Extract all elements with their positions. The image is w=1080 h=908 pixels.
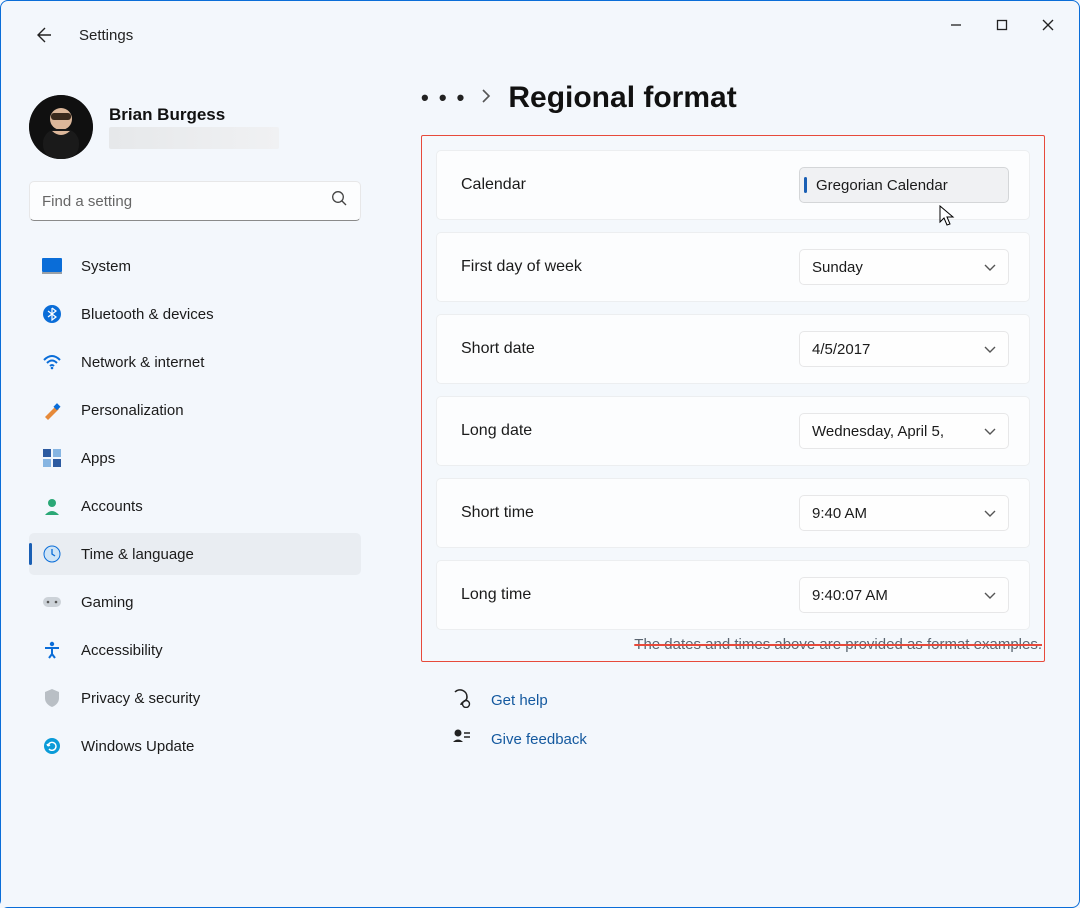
sidebar-item-label: Windows Update — [81, 738, 194, 755]
setting-short-date: Short date 4/5/2017 — [436, 314, 1030, 384]
sidebar-item-label: Bluetooth & devices — [81, 306, 214, 323]
update-icon — [41, 735, 63, 757]
short-date-dropdown[interactable]: 4/5/2017 — [799, 331, 1009, 367]
sidebar-item-bluetooth[interactable]: Bluetooth & devices — [29, 293, 361, 335]
sidebar-item-accessibility[interactable]: Accessibility — [29, 629, 361, 671]
user-name: Brian Burgess — [109, 105, 279, 125]
gaming-icon — [41, 591, 63, 613]
sidebar-item-privacy[interactable]: Privacy & security — [29, 677, 361, 719]
help-links: Get help Give feedback — [421, 688, 1045, 752]
maximize-button[interactable] — [979, 9, 1025, 41]
regional-format-panel: Calendar Gregorian Calendar First day of… — [421, 135, 1045, 662]
setting-long-date: Long date Wednesday, April 5, — [436, 396, 1030, 466]
search-icon — [331, 190, 348, 212]
sidebar-item-personalization[interactable]: Personalization — [29, 389, 361, 431]
dropdown-value: Gregorian Calendar — [816, 177, 948, 194]
accounts-icon — [41, 495, 63, 517]
setting-long-time: Long time 9:40:07 AM — [436, 560, 1030, 630]
search-input[interactable] — [42, 193, 331, 210]
sidebar-item-label: Accessibility — [81, 642, 163, 659]
chevron-down-icon — [984, 341, 996, 358]
feedback-icon — [451, 727, 473, 752]
give-feedback-link[interactable]: Give feedback — [491, 731, 587, 748]
chevron-right-icon — [480, 89, 492, 108]
help-icon — [451, 688, 473, 713]
avatar — [29, 95, 93, 159]
sidebar: Brian Burgess System Bluetooth & devices… — [1, 73, 381, 907]
sidebar-item-label: Personalization — [81, 402, 184, 419]
sidebar-item-system[interactable]: System — [29, 245, 361, 287]
long-time-dropdown[interactable]: 9:40:07 AM — [799, 577, 1009, 613]
short-time-dropdown[interactable]: 9:40 AM — [799, 495, 1009, 531]
sidebar-item-label: Privacy & security — [81, 690, 200, 707]
sidebar-item-apps[interactable]: Apps — [29, 437, 361, 479]
format-examples-note: The dates and times above are provided a… — [422, 636, 1044, 661]
calendar-dropdown[interactable]: Gregorian Calendar — [799, 167, 1009, 203]
wifi-icon — [41, 351, 63, 373]
sidebar-item-label: System — [81, 258, 131, 275]
sidebar-item-label: Accounts — [81, 498, 143, 515]
user-email-placeholder — [109, 127, 279, 149]
setting-label: First day of week — [461, 258, 582, 276]
user-profile[interactable]: Brian Burgess — [29, 95, 361, 159]
bluetooth-icon — [41, 303, 63, 325]
chevron-down-icon — [984, 259, 996, 276]
sidebar-item-network[interactable]: Network & internet — [29, 341, 361, 383]
sidebar-item-label: Apps — [81, 450, 115, 467]
chevron-down-icon — [984, 587, 996, 604]
accessibility-icon — [41, 639, 63, 661]
dropdown-value: 9:40:07 AM — [812, 587, 888, 604]
get-help-link[interactable]: Get help — [491, 692, 548, 709]
dropdown-value: Sunday — [812, 259, 863, 276]
sidebar-item-label: Time & language — [81, 546, 194, 563]
clock-globe-icon — [41, 543, 63, 565]
breadcrumb-more-icon[interactable]: • • • — [421, 85, 466, 111]
sidebar-item-gaming[interactable]: Gaming — [29, 581, 361, 623]
setting-label: Long time — [461, 586, 531, 604]
close-button[interactable] — [1025, 9, 1071, 41]
back-button[interactable] — [29, 21, 57, 49]
main-content: • • • Regional format Calendar Gregorian… — [381, 73, 1079, 907]
dropdown-value: 4/5/2017 — [812, 341, 870, 358]
setting-short-time: Short time 9:40 AM — [436, 478, 1030, 548]
breadcrumb: • • • Regional format — [421, 81, 1045, 115]
apps-icon — [41, 447, 63, 469]
setting-label: Short time — [461, 504, 534, 522]
setting-label: Long date — [461, 422, 532, 440]
minimize-button[interactable] — [933, 9, 979, 41]
setting-label: Calendar — [461, 176, 526, 194]
sidebar-item-accounts[interactable]: Accounts — [29, 485, 361, 527]
sidebar-item-label: Gaming — [81, 594, 134, 611]
chevron-down-icon — [984, 505, 996, 522]
long-date-dropdown[interactable]: Wednesday, April 5, — [799, 413, 1009, 449]
sidebar-item-time-language[interactable]: Time & language — [29, 533, 361, 575]
sidebar-item-windows-update[interactable]: Windows Update — [29, 725, 361, 767]
shield-icon — [41, 687, 63, 709]
brush-icon — [41, 399, 63, 421]
dropdown-value: Wednesday, April 5, — [812, 423, 944, 440]
app-title: Settings — [79, 27, 133, 44]
chevron-down-icon — [984, 423, 996, 440]
window-titlebar — [1, 1, 1079, 49]
sidebar-nav: System Bluetooth & devices Network & int… — [29, 245, 361, 767]
setting-first-day: First day of week Sunday — [436, 232, 1030, 302]
system-icon — [41, 255, 63, 277]
sidebar-item-label: Network & internet — [81, 354, 204, 371]
search-box[interactable] — [29, 181, 361, 221]
first-day-dropdown[interactable]: Sunday — [799, 249, 1009, 285]
setting-calendar: Calendar Gregorian Calendar — [436, 150, 1030, 220]
dropdown-value: 9:40 AM — [812, 505, 867, 522]
page-title: Regional format — [508, 81, 736, 115]
setting-label: Short date — [461, 340, 535, 358]
